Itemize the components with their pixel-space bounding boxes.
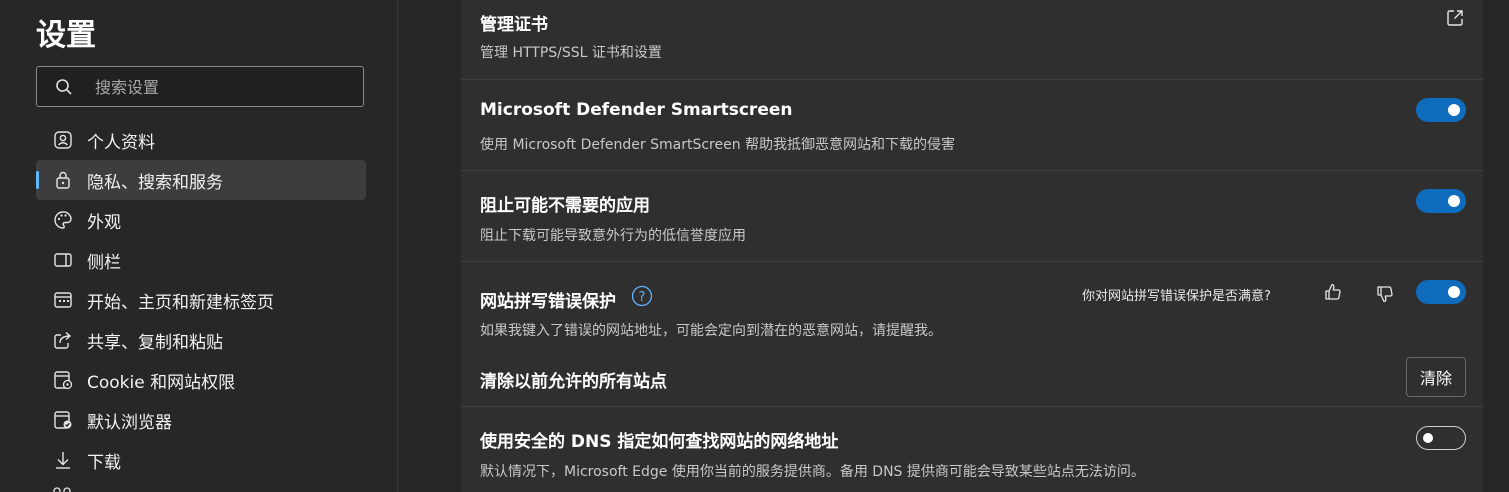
- setting-description: 如果我键入了错误的网站地址，可能会定向到潜在的恶意网站，请提醒我。: [480, 323, 942, 339]
- sidebar-item-label: 下载: [87, 452, 121, 473]
- setting-title: 网站拼写错误保护: [480, 292, 616, 312]
- thumbs-down-icon[interactable]: [1375, 284, 1395, 308]
- sidebar-item-sidebar[interactable]: 侧栏: [36, 240, 366, 280]
- search-icon: [55, 78, 73, 100]
- smartscreen-row: Microsoft Defender Smartscreen 使用 Micros…: [461, 80, 1483, 171]
- sidebar-item-label: Cookie 和网站权限: [87, 372, 236, 393]
- sidebar-item-privacy[interactable]: 隐私、搜索和服务: [36, 160, 366, 200]
- search-box[interactable]: [36, 66, 364, 108]
- setting-description: 默认情况下，Microsoft Edge 使用你当前的服务提供商。备用 DNS …: [480, 464, 1145, 480]
- sidebar-item-label: 外观: [87, 212, 121, 233]
- sidebar-item-label: 默认浏览器: [87, 412, 172, 433]
- sidebar-item-label: 隐私、搜索和服务: [87, 172, 223, 193]
- toggle-knob: [1448, 286, 1460, 298]
- external-link-icon[interactable]: [1446, 9, 1464, 31]
- lock-icon: [52, 169, 74, 191]
- setting-title: 管理证书: [480, 15, 548, 35]
- sidebar-item-label: 开始、主页和新建标签页: [87, 292, 274, 313]
- profile-icon: [52, 129, 74, 151]
- block-pua-toggle[interactable]: [1416, 189, 1466, 213]
- home-page-icon: [52, 289, 74, 311]
- palette-icon: [52, 209, 74, 231]
- block-pua-row: 阻止可能不需要的应用 阻止下载可能导致意外行为的低信誉度应用: [461, 171, 1483, 262]
- sidebar-item-appearance[interactable]: 外观: [36, 200, 366, 240]
- sidebar-icon: [52, 249, 74, 271]
- sidebar-item-default-browser[interactable]: 默认浏览器: [36, 400, 366, 440]
- search-input[interactable]: [93, 67, 357, 108]
- toggle-knob: [1448, 104, 1460, 116]
- toggle-knob: [1448, 195, 1460, 207]
- sidebar-item-share[interactable]: 共享、复制和粘贴: [36, 320, 366, 360]
- smartscreen-toggle[interactable]: [1416, 98, 1466, 122]
- setting-title: 使用安全的 DNS 指定如何查找网站的网络地址: [480, 432, 839, 452]
- thumbs-up-icon[interactable]: [1323, 282, 1343, 306]
- setting-description: 使用 Microsoft Defender SmartScreen 帮助我抵御恶…: [480, 137, 956, 153]
- setting-title: 阻止可能不需要的应用: [480, 196, 650, 216]
- clear-sites-label: 清除以前允许的所有站点: [480, 372, 667, 392]
- share-icon: [52, 329, 74, 351]
- secure-dns-toggle[interactable]: [1416, 426, 1466, 450]
- setting-description: 阻止下载可能导致意外行为的低信誉度应用: [480, 228, 746, 244]
- default-browser-icon: [52, 409, 74, 431]
- typo-protection-toggle[interactable]: [1416, 280, 1466, 304]
- download-icon: [52, 449, 74, 471]
- typo-protection-row: 网站拼写错误保护 ? 你对网站拼写错误保护是否满意? 如果我键入了错误的网站地址…: [461, 262, 1483, 407]
- sidebar-item-label: 共享、复制和粘贴: [87, 332, 223, 353]
- toggle-knob: [1423, 433, 1433, 443]
- help-icon[interactable]: ?: [631, 285, 653, 311]
- settings-title: 设置: [36, 18, 96, 53]
- sidebar-item-downloads[interactable]: 下载: [36, 440, 366, 480]
- setting-description: 管理 HTTPS/SSL 证书和设置: [480, 45, 662, 61]
- settings-content: 管理证书 管理 HTTPS/SSL 证书和设置 Microsoft Defend…: [398, 0, 1509, 492]
- setting-title: Microsoft Defender Smartscreen: [480, 100, 793, 120]
- active-indicator: [36, 171, 39, 189]
- partial-next-icon: [52, 484, 72, 492]
- sidebar-item-label: 侧栏: [87, 252, 121, 273]
- clear-button[interactable]: 清除: [1406, 357, 1466, 397]
- feedback-question: 你对网站拼写错误保护是否满意?: [1082, 289, 1271, 304]
- cookie-permissions-icon: [52, 369, 74, 391]
- sidebar-item-label: 个人资料: [87, 132, 155, 153]
- manage-certificates-row[interactable]: 管理证书 管理 HTTPS/SSL 证书和设置: [461, 0, 1483, 80]
- sidebar-item-start-home[interactable]: 开始、主页和新建标签页: [36, 280, 366, 320]
- secure-dns-row: 使用安全的 DNS 指定如何查找网站的网络地址 默认情况下，Microsoft …: [461, 407, 1483, 492]
- sidebar-item-profile[interactable]: 个人资料: [36, 120, 366, 160]
- svg-text:?: ?: [639, 290, 646, 305]
- sidebar-item-cookies[interactable]: Cookie 和网站权限: [36, 360, 366, 400]
- settings-sidebar: 设置 个人资料 隐私、搜索和服务 外观 侧栏 开始、主页和新建标签页 共享、复制…: [0, 0, 398, 492]
